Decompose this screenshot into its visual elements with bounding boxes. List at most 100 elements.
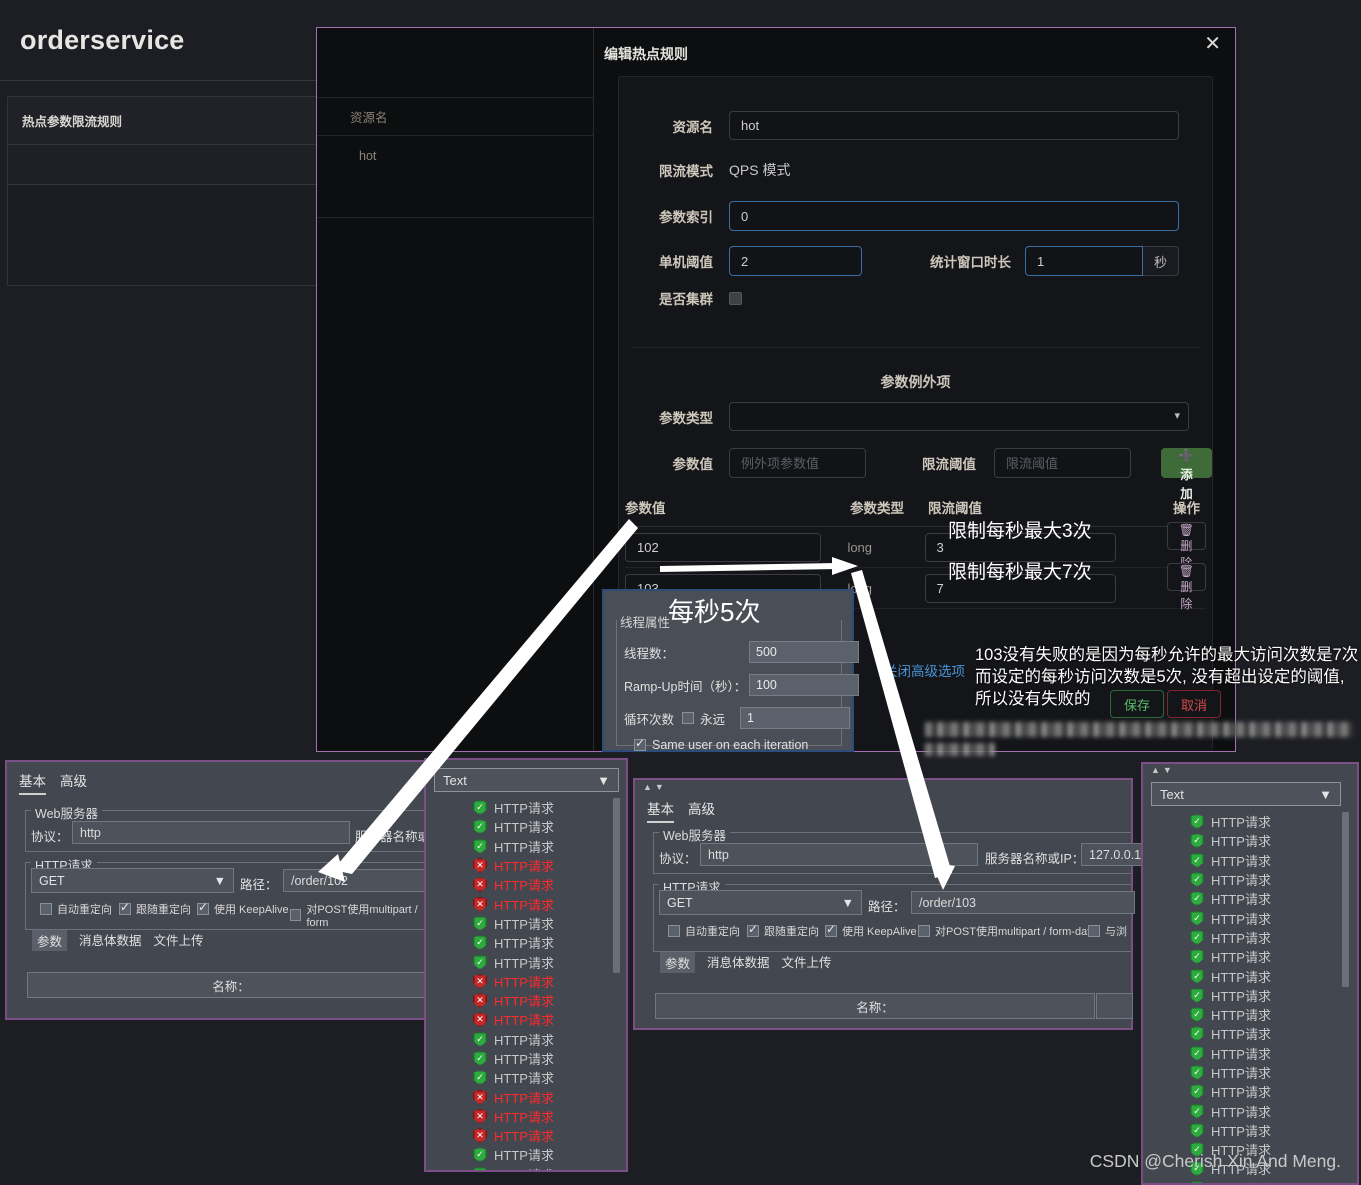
checkbox-multipart[interactable]: 对POST使用multipart / form <box>290 901 435 929</box>
list-item[interactable]: ✓ HTTP请求 <box>1143 986 1357 1005</box>
panel-collapse-icon[interactable]: ▲▼ <box>1151 765 1175 775</box>
row-param-value-input[interactable] <box>625 532 821 562</box>
subtab-params[interactable]: 参数 <box>660 952 696 973</box>
list-item[interactable]: ✓ HTTP请求 <box>1143 870 1357 889</box>
http-method-combo[interactable]: GET ▼ <box>31 868 234 893</box>
list-item[interactable]: ✓ HTTP请求 <box>426 914 626 933</box>
panel-collapse-icon[interactable]: ▲▼ <box>643 782 667 792</box>
add-exception-button[interactable]: ➕添加 <box>1161 448 1212 501</box>
keepalive-checkbox[interactable] <box>197 900 209 915</box>
subtab-body-data[interactable]: 消息体数据 <box>79 930 142 951</box>
checkbox-multipart[interactable]: 对POST使用multipart / form-data <box>918 923 1096 939</box>
list-item[interactable]: ✓ HTTP请求 <box>1143 1179 1357 1183</box>
follow-redirect-checkbox[interactable] <box>119 900 131 915</box>
list-item[interactable]: ✕ HTTP请求 <box>426 1010 626 1029</box>
exception-param-value-input[interactable] <box>729 448 866 478</box>
results-format-combo-right[interactable]: Text ▼ <box>1151 782 1341 806</box>
checkbox-auto-redirect[interactable]: 自动重定向 <box>668 923 740 939</box>
list-item[interactable]: ✓ HTTP请求 <box>1143 928 1357 947</box>
checkbox-browser-compat[interactable]: 与浏 <box>1088 923 1127 939</box>
list-item[interactable]: ✓ HTTP请求 <box>1143 851 1357 870</box>
toggle-advanced-options-link[interactable]: 关闭高级选项 <box>884 660 965 680</box>
list-item[interactable]: ✓ HTTP请求 <box>426 817 626 836</box>
threads-input[interactable] <box>749 641 859 663</box>
http-method-combo[interactable]: GET ▼ <box>659 890 862 915</box>
list-item[interactable]: ✓ HTTP请求 <box>1143 1101 1357 1120</box>
resource-name-input[interactable] <box>729 111 1179 140</box>
same-user-checkbox[interactable] <box>634 736 646 751</box>
subtab-body-data[interactable]: 消息体数据 <box>707 952 770 973</box>
protocol-input[interactable] <box>72 821 350 844</box>
results-scrollbar-middle[interactable] <box>613 798 620 973</box>
list-item[interactable]: ✓ HTTP请求 <box>1143 889 1357 908</box>
results-list-middle[interactable]: ✓ HTTP请求 ✓ HTTP请求 ✓ HTTP请求 ✕ HTTP请求 ✕ HTTP请求 ✕ HTTP… <box>426 798 626 1170</box>
close-icon[interactable]: ✕ <box>1204 34 1221 54</box>
tab-advanced[interactable]: 高级 <box>688 798 715 823</box>
list-item[interactable]: ✕ HTTP请求 <box>426 991 626 1010</box>
delete-row-button[interactable]: 🗑 删除 <box>1166 563 1206 611</box>
list-item[interactable]: ✓ HTTP请求 <box>1143 1082 1357 1101</box>
subtab-file-upload[interactable]: 文件上传 <box>782 952 832 973</box>
list-item[interactable]: ✓ HTTP请求 <box>1143 1024 1357 1043</box>
auto-redirect-checkbox[interactable] <box>668 925 680 937</box>
cancel-button[interactable]: 取消 <box>1167 690 1222 718</box>
list-item[interactable]: ✓ HTTP请求 <box>1143 1044 1357 1063</box>
tab-basic[interactable]: 基本 <box>647 798 674 823</box>
list-item[interactable]: ✓ HTTP请求 <box>426 837 626 856</box>
cluster-checkbox[interactable] <box>729 291 742 305</box>
results-list-right[interactable]: ✓ HTTP请求 ✓ HTTP请求 ✓ HTTP请求 ✓ HTTP请求 ✓ HTTP请求 ✓ HTTP… <box>1143 812 1357 1183</box>
list-item[interactable]: ✓ HTTP请求 <box>1143 1063 1357 1082</box>
list-item[interactable]: ✕ HTTP请求 <box>426 856 626 875</box>
list-item[interactable]: ✕ HTTP请求 <box>426 972 626 991</box>
param-type-select[interactable] <box>729 402 1189 431</box>
list-item[interactable]: ✓ HTTP请求 <box>1143 908 1357 927</box>
tab-basic[interactable]: 基本 <box>19 770 46 795</box>
list-item[interactable]: ✓ HTTP请求 <box>426 798 626 817</box>
list-item[interactable]: ✓ HTTP请求 <box>1143 947 1357 966</box>
follow-redirect-checkbox[interactable] <box>747 922 759 937</box>
list-item[interactable]: ✓ HTTP请求 <box>426 1030 626 1049</box>
list-item[interactable]: ✕ HTTP请求 <box>426 1087 626 1106</box>
list-item[interactable]: ✕ HTTP请求 <box>426 1126 626 1145</box>
checkbox-keepalive[interactable]: 使用 KeepAlive <box>825 922 917 939</box>
results-scrollbar-right[interactable] <box>1342 812 1349 987</box>
list-item[interactable]: ✓ HTTP请求 <box>426 933 626 952</box>
list-item[interactable]: ✓ HTTP请求 <box>1143 966 1357 985</box>
forever-checkbox[interactable] <box>682 712 694 724</box>
delete-row-button[interactable]: 🗑 删除 <box>1166 522 1206 570</box>
checkbox-auto-redirect[interactable]: 自动重定向 <box>40 901 112 917</box>
list-item[interactable]: ✓ HTTP请求 <box>1143 812 1357 831</box>
auto-redirect-checkbox[interactable] <box>40 903 52 915</box>
path-input[interactable] <box>911 891 1135 914</box>
multipart-checkbox[interactable] <box>290 909 302 921</box>
list-item[interactable]: ✕ HTTP请求 <box>426 1107 626 1126</box>
protocol-input[interactable] <box>700 843 978 866</box>
stat-window-input[interactable] <box>1025 246 1143 276</box>
list-item[interactable]: ✓ HTTP请求 <box>1143 1121 1357 1140</box>
resource-list-item[interactable]: hot <box>317 136 593 218</box>
save-button[interactable]: 保存 <box>1110 690 1165 718</box>
exception-limit-input[interactable] <box>994 448 1131 478</box>
checkbox-keepalive[interactable]: 使用 KeepAlive <box>197 900 289 917</box>
list-item[interactable]: ✓ HTTP请求 <box>426 1145 626 1164</box>
list-item[interactable]: ✓ HTTP请求 <box>1143 1005 1357 1024</box>
list-item[interactable]: ✕ HTTP请求 <box>426 875 626 894</box>
list-item[interactable]: ✓ HTTP请求 <box>426 1165 626 1170</box>
list-item[interactable]: ✓ HTTP请求 <box>426 952 626 971</box>
checkbox-follow-redirect[interactable]: 跟随重定向 <box>747 922 819 939</box>
param-index-input[interactable] <box>729 201 1179 231</box>
browser-compat-checkbox[interactable] <box>1088 925 1100 937</box>
rampup-input[interactable] <box>749 674 859 696</box>
keepalive-checkbox[interactable] <box>825 922 837 937</box>
subtab-file-upload[interactable]: 文件上传 <box>154 930 204 951</box>
tab-advanced[interactable]: 高级 <box>60 770 87 795</box>
list-item[interactable]: ✓ HTTP请求 <box>1143 831 1357 850</box>
subtab-params[interactable]: 参数 <box>32 930 68 951</box>
checkbox-follow-redirect[interactable]: 跟随重定向 <box>119 900 191 917</box>
multipart-checkbox[interactable] <box>918 925 930 937</box>
list-item[interactable]: ✓ HTTP请求 <box>426 1049 626 1068</box>
list-item[interactable]: ✓ HTTP请求 <box>426 1068 626 1087</box>
single-threshold-input[interactable] <box>729 246 862 276</box>
results-format-combo-middle[interactable]: Text ▼ <box>434 768 619 792</box>
loop-count-input[interactable] <box>740 707 850 729</box>
